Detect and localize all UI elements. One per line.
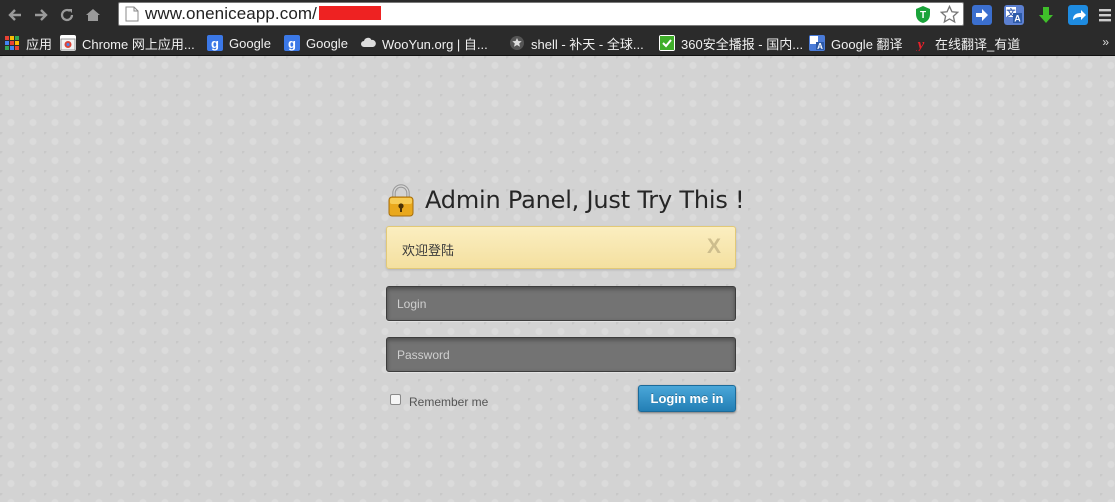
svg-text:g: g xyxy=(288,36,296,51)
360-icon xyxy=(659,35,675,51)
menu-icon[interactable] xyxy=(1098,5,1112,25)
page-title: Admin Panel, Just Try This ! xyxy=(425,186,745,214)
bookmark-chrome-store[interactable]: Chrome 网上应用... xyxy=(60,33,195,53)
svg-text:y: y xyxy=(916,37,925,51)
remember-me-row: Remember me xyxy=(390,390,488,409)
svg-text:T: T xyxy=(920,10,926,21)
extension-arrow-icon[interactable] xyxy=(972,5,992,25)
bookmark-label: Google 翻译 xyxy=(831,36,903,52)
login-input[interactable] xyxy=(386,286,736,321)
reload-icon[interactable] xyxy=(56,4,78,26)
alert-close-button[interactable]: X xyxy=(707,235,721,259)
bookmark-label: 应用 xyxy=(26,36,53,52)
svg-text:g: g xyxy=(211,36,219,51)
back-icon[interactable] xyxy=(4,4,26,26)
remember-me-label: Remember me xyxy=(409,395,489,409)
bookmark-360[interactable]: 360安全播报 - 国内... xyxy=(659,33,803,53)
bookmark-label: Google xyxy=(229,35,271,51)
bookmark-google-2[interactable]: g Google xyxy=(284,33,348,53)
bookmark-google-1[interactable]: g Google xyxy=(207,33,271,53)
cloud-icon xyxy=(360,35,376,51)
bookmark-label: shell - 补天 - 全球... xyxy=(531,36,644,52)
bookmark-butian[interactable]: shell - 补天 - 全球... xyxy=(509,33,644,53)
chrome-store-icon xyxy=(60,35,76,51)
padlock-icon xyxy=(386,183,416,217)
address-bar[interactable]: www.oneniceapp.com/ T xyxy=(118,2,964,26)
bookmark-label: Chrome 网上应用... xyxy=(82,36,195,52)
apps-grid-icon xyxy=(4,35,20,51)
browser-toolbar: www.oneniceapp.com/ T 文A xyxy=(0,0,1115,30)
google-icon: g xyxy=(207,35,223,51)
svg-text:A: A xyxy=(1014,14,1021,24)
forward-icon[interactable] xyxy=(30,4,52,26)
bookmark-google-translate[interactable]: A Google 翻译 xyxy=(809,33,903,53)
bookmark-label: 360安全播报 - 国内... xyxy=(681,36,804,52)
bookmark-star-icon[interactable] xyxy=(939,4,960,29)
bookmark-apps[interactable]: 应用 xyxy=(4,33,52,53)
admin-login-panel: Admin Panel, Just Try This ! 欢迎登陆 X Reme… xyxy=(386,180,745,412)
bookmark-youdao[interactable]: y 在线翻译_有道 xyxy=(913,33,1021,54)
home-icon[interactable] xyxy=(82,4,104,26)
youdao-icon: y xyxy=(913,35,929,53)
page-icon xyxy=(125,6,139,22)
welcome-alert: 欢迎登陆 X xyxy=(386,226,736,269)
url-text: www.oneniceapp.com/ xyxy=(145,4,381,24)
password-input[interactable] xyxy=(386,337,736,372)
alert-message: 欢迎登陆 xyxy=(402,243,455,258)
star-icon xyxy=(509,35,525,51)
svg-text:A: A xyxy=(817,42,823,51)
shield-icon[interactable]: T xyxy=(914,5,932,29)
remember-me-checkbox[interactable] xyxy=(390,394,401,405)
google-icon: g xyxy=(284,35,300,51)
share-icon[interactable] xyxy=(1068,5,1088,25)
login-button[interactable]: Login me in xyxy=(638,385,736,412)
redacted-path xyxy=(319,6,381,20)
page-background: Admin Panel, Just Try This ! 欢迎登陆 X Reme… xyxy=(0,56,1115,502)
bookmark-label: WooYun.org | 自... xyxy=(382,36,488,52)
bookmark-label: Google xyxy=(306,35,348,51)
translate-extension-icon[interactable]: 文A xyxy=(1004,5,1024,25)
download-icon[interactable] xyxy=(1036,5,1056,25)
bookmarks-bar: 应用 Chrome 网上应用... g Google g Google WooY… xyxy=(0,30,1115,56)
bookmarks-overflow[interactable]: » xyxy=(1102,35,1109,49)
translate-icon: A xyxy=(809,35,825,51)
bookmark-label: 在线翻译_有道 xyxy=(935,36,1021,52)
panel-header: Admin Panel, Just Try This ! xyxy=(386,180,745,220)
bookmark-wooyun[interactable]: WooYun.org | 自... xyxy=(360,33,488,53)
